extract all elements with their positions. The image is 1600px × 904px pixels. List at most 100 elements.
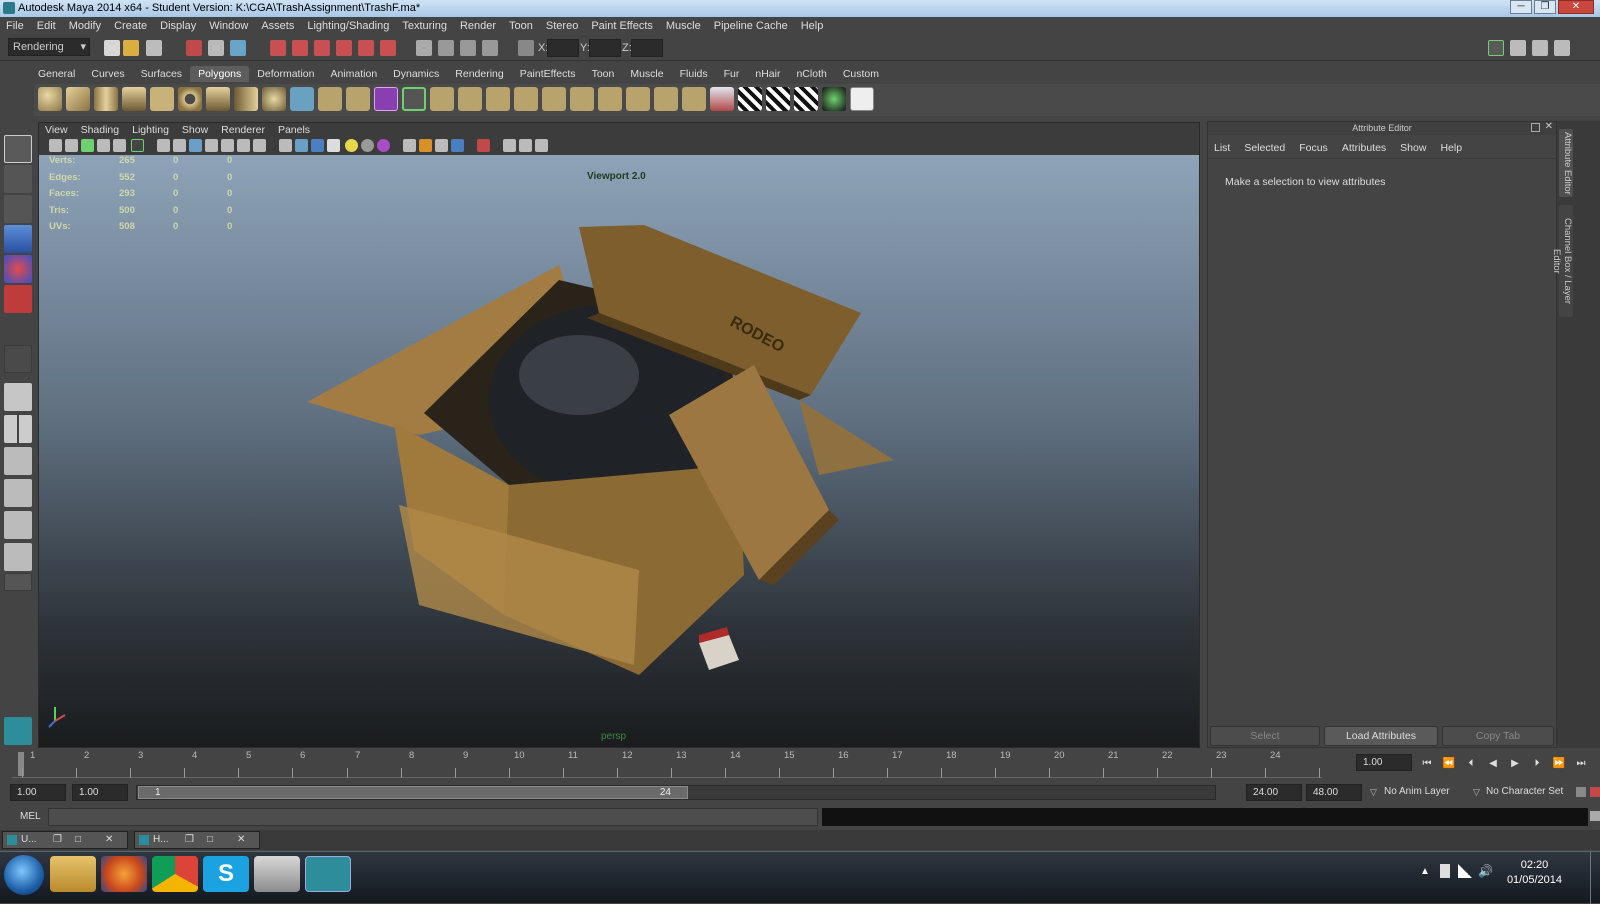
toolbox-scroll-icon[interactable] [4, 573, 32, 591]
rotate-tool-icon[interactable] [4, 255, 32, 283]
x-field[interactable] [547, 39, 579, 57]
3d-viewport[interactable]: Verts: 265 0 0 Edges: 552 0 0 Faces: 293 0 0 Tris… [39, 155, 1199, 747]
chevron-down-icon[interactable]: ▽ [1473, 787, 1480, 798]
preferences-icon[interactable] [1590, 787, 1600, 797]
combine-icon[interactable] [290, 87, 314, 111]
default-lighting-icon[interactable] [345, 139, 358, 152]
menu-pipeline-cache[interactable]: Pipeline Cache [714, 20, 788, 32]
render-view-icon[interactable] [416, 40, 432, 56]
persp-graph-layout-icon[interactable] [4, 479, 32, 507]
shelf-tab-custom[interactable]: Custom [835, 66, 887, 82]
shelf-tab-ncloth[interactable]: nCloth [788, 66, 834, 82]
attr-menu-focus[interactable]: Focus [1299, 142, 1328, 154]
go-to-start-icon[interactable]: ⏮ [1420, 758, 1434, 770]
restore-icon[interactable]: ❐ [53, 832, 62, 848]
bookmark-icon[interactable] [81, 139, 94, 152]
color-management-icon[interactable] [435, 139, 448, 152]
shelf-tab-surfaces[interactable]: Surfaces [133, 66, 190, 82]
maya-home-icon[interactable] [4, 717, 32, 745]
select-button[interactable]: Select [1210, 726, 1320, 746]
command-input[interactable] [48, 808, 818, 826]
automatic-mapping-icon[interactable] [794, 87, 818, 111]
playback-start-field[interactable]: 1.00 [72, 784, 128, 801]
safe-action-icon[interactable] [503, 139, 516, 152]
panel-menu-renderer[interactable]: Renderer [221, 124, 265, 136]
close-icon[interactable]: ✕ [237, 832, 245, 848]
panel-menu-show[interactable]: Show [182, 124, 208, 136]
shelf-tab-muscle[interactable]: Muscle [622, 66, 671, 82]
menu-help[interactable]: Help [801, 20, 824, 32]
character-set-label[interactable]: No Character Set [1486, 786, 1563, 797]
play-forwards-icon[interactable]: ▶ [1508, 758, 1522, 770]
trash-box-model[interactable]: RODEO [39, 155, 1199, 747]
step-forward-key-icon[interactable]: ⏩ [1552, 758, 1566, 770]
show-desktop-button[interactable] [1590, 852, 1600, 904]
snap-point-icon[interactable] [314, 40, 330, 56]
animation-start-field[interactable]: 1.00 [10, 784, 66, 801]
float-panel-icon[interactable] [1531, 123, 1540, 132]
shelf-tab-fur[interactable]: Fur [716, 66, 748, 82]
attr-menu-selected[interactable]: Selected [1244, 142, 1285, 154]
select-hierarchy-icon[interactable] [186, 40, 202, 56]
go-to-end-icon[interactable]: ⏭ [1574, 758, 1588, 770]
attr-menu-attributes[interactable]: Attributes [1342, 142, 1386, 154]
attr-menu-help[interactable]: Help [1440, 142, 1462, 154]
poly-pipe-icon[interactable] [234, 87, 258, 111]
time-slider[interactable]: 1 2 3 4 5 6 7 8 9 10 11 12 13 14 15 16 1… [8, 750, 1326, 778]
select-object-icon[interactable] [208, 40, 224, 56]
auto-key-icon[interactable] [1576, 787, 1586, 797]
y-field[interactable] [589, 39, 621, 57]
step-forward-frame-icon[interactable]: ⏵ [1530, 758, 1544, 770]
lasso-tool-icon[interactable] [4, 165, 32, 193]
animation-end-field[interactable]: 48.00 [1306, 784, 1362, 801]
channel-box-tab[interactable]: Channel Box / Layer Editor [1551, 205, 1573, 317]
panel-menu-lighting[interactable]: Lighting [132, 124, 169, 136]
select-tool-icon[interactable] [4, 135, 32, 163]
modeling-toolkit-icon[interactable] [402, 87, 426, 111]
current-time-field[interactable]: 1.00 [1356, 754, 1412, 771]
menu-create[interactable]: Create [114, 20, 147, 32]
uv-editor-icon[interactable] [738, 87, 762, 111]
persp-hypershade-layout-icon[interactable] [4, 543, 32, 571]
shelf-tab-fluids[interactable]: Fluids [672, 66, 716, 82]
boolean-icon[interactable] [374, 87, 398, 111]
xray-icon[interactable] [295, 139, 308, 152]
render-frame-icon[interactable] [438, 40, 454, 56]
panel-menu-view[interactable]: View [45, 124, 68, 136]
render-settings-icon[interactable] [482, 40, 498, 56]
menu-lighting-shading[interactable]: Lighting/Shading [307, 20, 389, 32]
snap-live-icon[interactable] [358, 40, 374, 56]
close-panel-icon[interactable]: ✕ [1545, 121, 1553, 132]
smooth-shade-icon[interactable] [173, 139, 186, 152]
poly-helix-icon[interactable] [262, 87, 286, 111]
maya-taskbar-icon[interactable] [305, 856, 351, 892]
minimize-button[interactable]: ─ [1510, 0, 1532, 14]
hardware-fog-icon[interactable] [377, 139, 390, 152]
smooth-icon[interactable] [346, 87, 370, 111]
image-plane-icon[interactable] [97, 139, 110, 152]
grid-toggle-icon[interactable] [113, 139, 126, 152]
motion-blur-icon[interactable] [253, 139, 266, 152]
firefox-icon[interactable] [101, 856, 147, 892]
attr-menu-show[interactable]: Show [1400, 142, 1426, 154]
menu-display[interactable]: Display [160, 20, 196, 32]
minimized-window[interactable]: U... ❐ □ ✕ [2, 831, 128, 849]
menu-edit[interactable]: Edit [37, 20, 56, 32]
z-field[interactable] [631, 39, 663, 57]
poly-prism-icon[interactable] [206, 87, 230, 111]
step-back-key-icon[interactable]: ⏪ [1442, 758, 1456, 770]
snap-grid-icon[interactable] [270, 40, 286, 56]
menu-assets[interactable]: Assets [261, 20, 294, 32]
move-tool-icon[interactable] [4, 225, 32, 253]
menu-window[interactable]: Window [209, 20, 248, 32]
anim-layer-label[interactable]: No Anim Layer [1384, 786, 1450, 797]
shelf-tab-rendering[interactable]: Rendering [447, 66, 511, 82]
network-icon[interactable] [1458, 864, 1472, 878]
play-backwards-icon[interactable]: ◀ [1486, 758, 1500, 770]
restore-icon[interactable]: ❐ [185, 832, 194, 848]
menu-texturing[interactable]: Texturing [402, 20, 447, 32]
action-center-icon[interactable] [1440, 864, 1450, 878]
save-scene-icon[interactable] [146, 40, 162, 56]
shelf-tab-general[interactable]: General [30, 66, 83, 82]
chrome-icon[interactable] [152, 856, 198, 892]
